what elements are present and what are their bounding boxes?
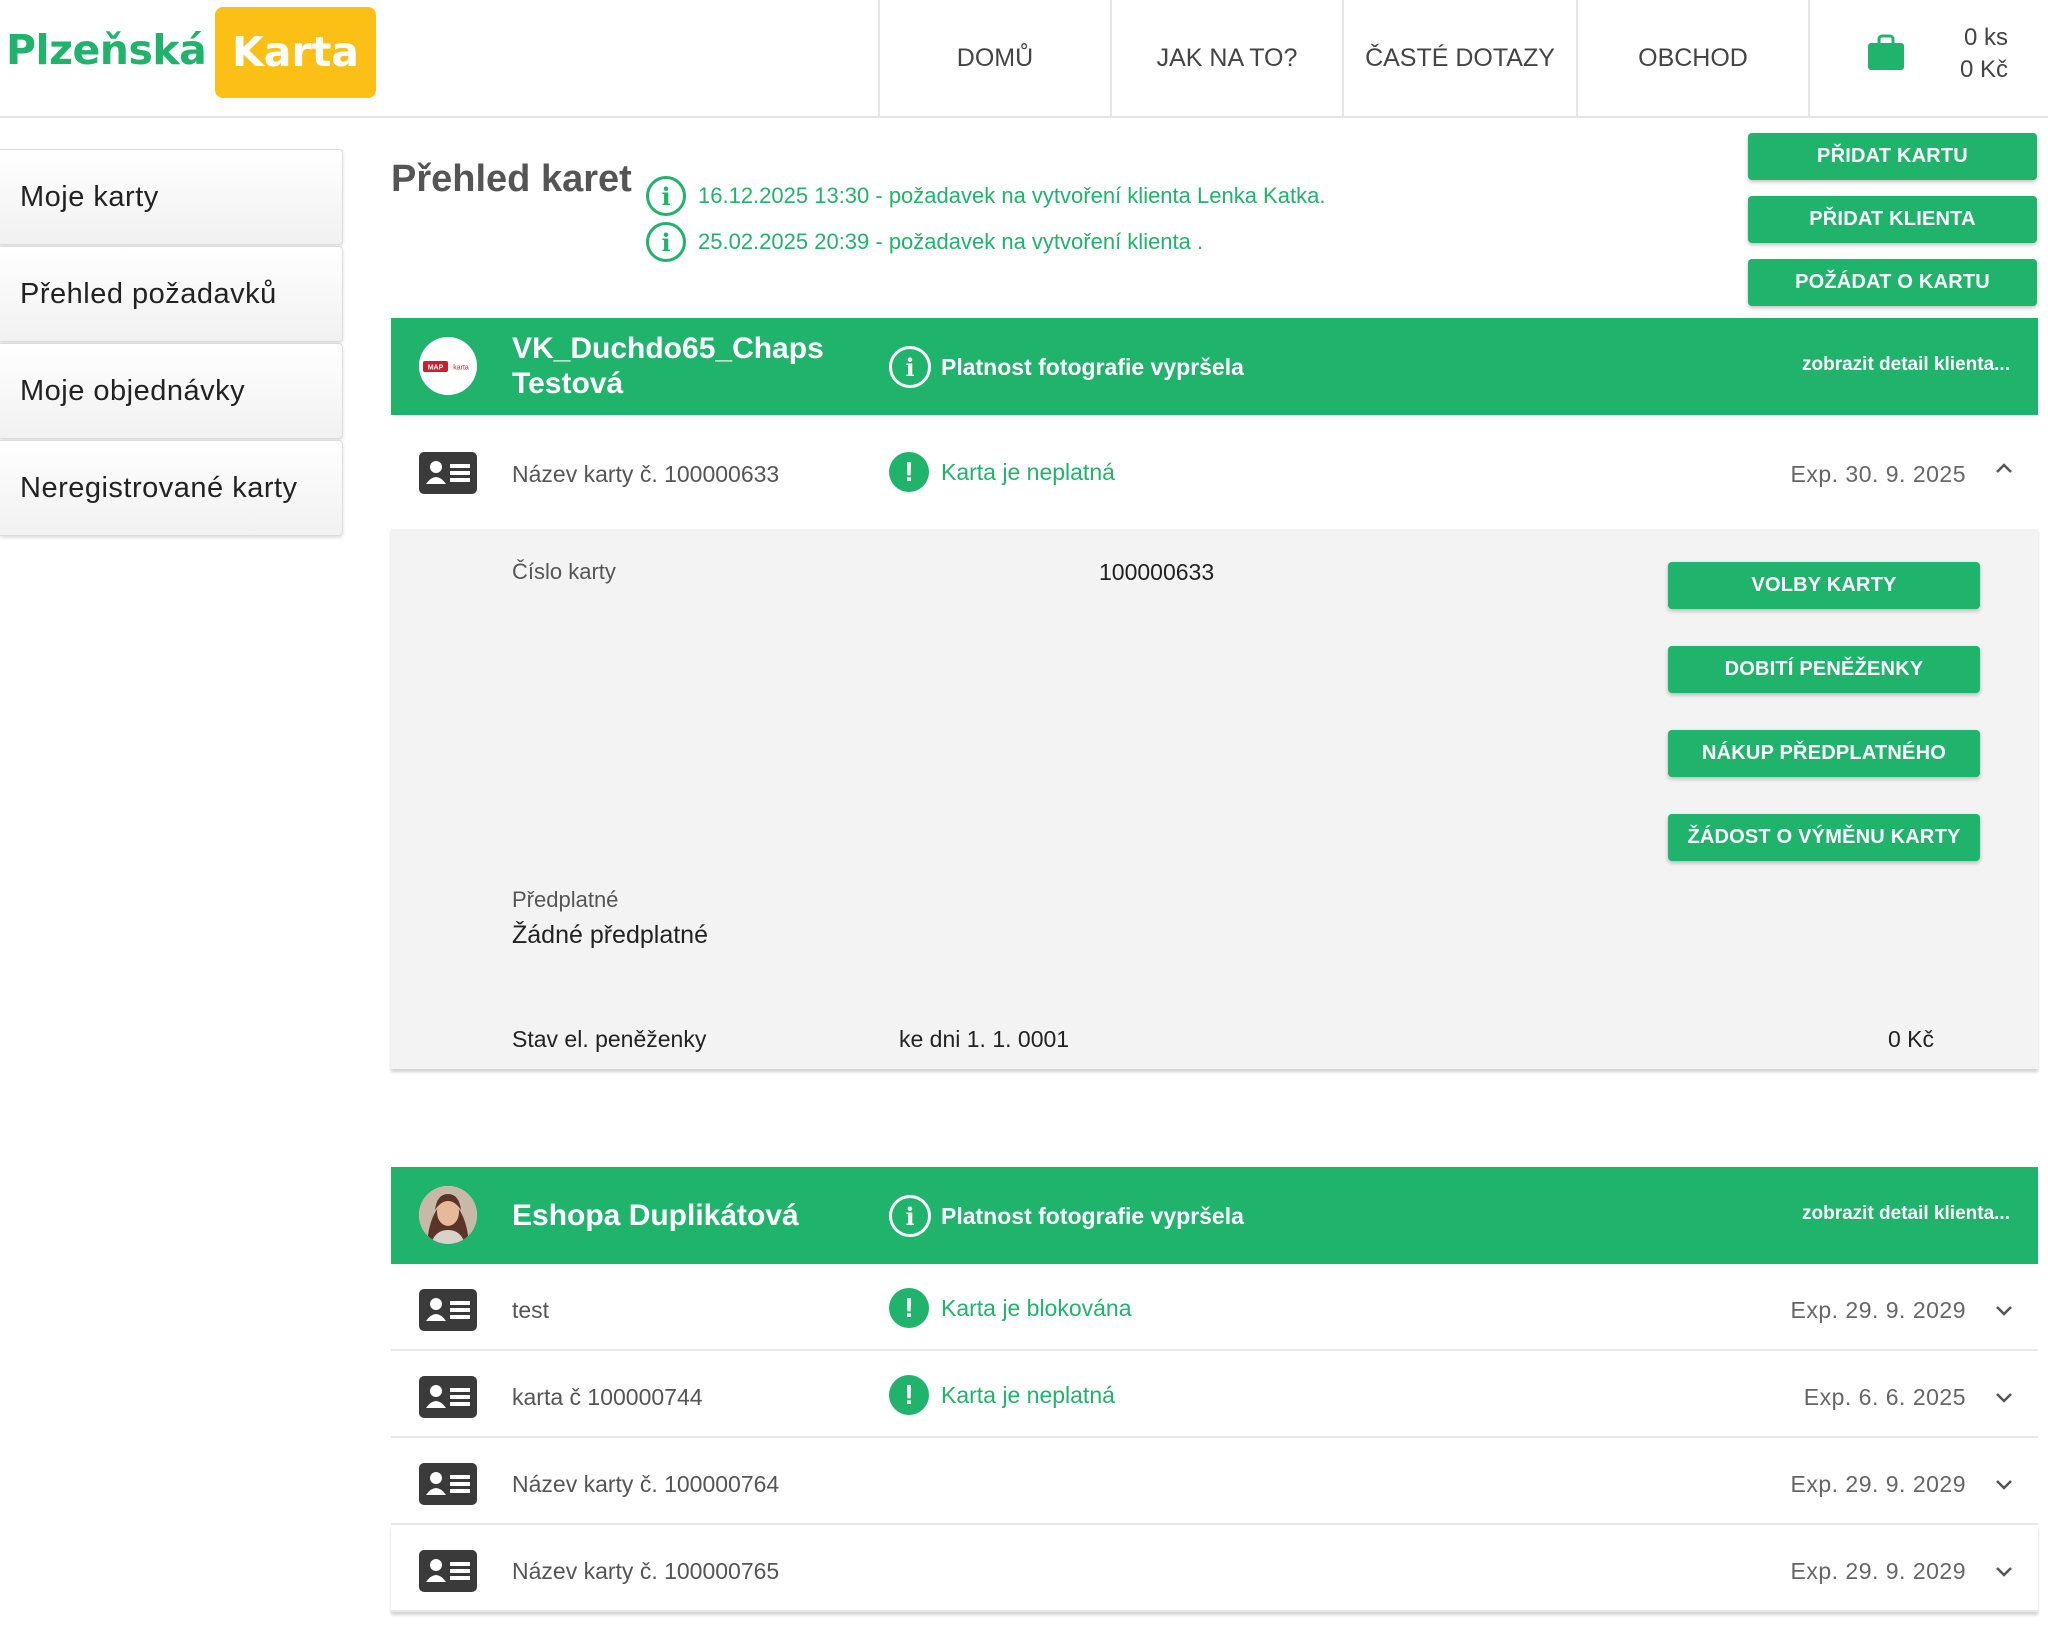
exclamation-icon: ! — [889, 452, 929, 492]
wallet-date: ke dni 1. 1. 0001 — [899, 1026, 1070, 1052]
card-name: Název karty č. 100000764 — [512, 1471, 780, 1497]
subscription-label: Předplatné — [512, 887, 619, 912]
card-expiry: Exp. 29. 9. 2029 — [1790, 1297, 1966, 1323]
card-status-text: Karta je neplatná — [941, 458, 1115, 485]
exclamation-icon: ! — [889, 1375, 929, 1415]
chevron-down-icon[interactable] — [1994, 1474, 2014, 1494]
cart[interactable]: 0 ks 0 Kč — [1808, 0, 2048, 116]
logo-badge[interactable]: Karta — [215, 7, 376, 98]
header: Plzeňská Karta DOMŮ JAK NA TO? ČASTÉ DOT… — [0, 0, 2048, 118]
card-number-value: 100000633 — [1099, 559, 1215, 585]
card-replacement-button[interactable]: ŽÁDOST O VÝMĚNU KARTY — [1668, 814, 1980, 861]
svg-text:karta: karta — [453, 365, 469, 372]
avatar: MAP karta — [419, 337, 477, 395]
subscription-value: Žádné předplatné — [512, 921, 708, 949]
page-title: Přehled karet — [391, 158, 632, 200]
card-expiry: Exp. 6. 6. 2025 — [1803, 1384, 1966, 1410]
chevron-down-icon[interactable] — [1994, 1387, 2014, 1407]
card-name: Název karty č. 100000765 — [512, 1558, 780, 1584]
card-name: karta č 100000744 — [512, 1384, 703, 1410]
card-row[interactable]: Název karty č. 100000765 Exp. 29. 9. 202… — [391, 1525, 2038, 1612]
card-row[interactable]: Název karty č. 100000764 Exp. 29. 9. 202… — [391, 1438, 2038, 1525]
card-expiry: Exp. 29. 9. 2029 — [1790, 1471, 1966, 1497]
sidebar-item-moje-karty[interactable]: Moje karty — [0, 149, 343, 245]
client-header: Eshopa Duplikátová i Platnost fotografie… — [391, 1167, 2038, 1264]
card-status: ! Karta je neplatná — [889, 1375, 1115, 1415]
id-card-icon — [419, 1289, 477, 1331]
nav-obchod[interactable]: OBCHOD — [1576, 0, 1808, 116]
exclamation-icon: ! — [889, 1288, 929, 1328]
notice-item: i 25.02.2025 20:39 - požadavek na vytvoř… — [646, 222, 1203, 262]
client-notice: i Platnost fotografie vypršela — [889, 346, 1244, 388]
nav-caste-dotazy[interactable]: ČASTÉ DOTAZY — [1342, 0, 1576, 116]
client-name: VK_Duchdo65_Chaps Testová — [512, 331, 824, 401]
card-status: ! Karta je blokována — [889, 1288, 1132, 1328]
card-expiry: Exp. 30. 9. 2025 — [1790, 461, 1966, 487]
info-icon: i — [889, 346, 931, 388]
notice-text: 16.12.2025 13:30 - požadavek na vytvořen… — [698, 183, 1326, 208]
nav-jak-na-to[interactable]: JAK NA TO? — [1110, 0, 1342, 116]
avatar — [419, 1186, 477, 1244]
wallet-label: Stav el. peněženky — [512, 1026, 707, 1052]
buy-subscription-button[interactable]: NÁKUP PŘEDPLATNÉHO — [1668, 730, 1980, 777]
logo-text[interactable]: Plzeňská — [6, 26, 207, 74]
add-client-button[interactable]: PŘIDAT KLIENTA — [1748, 196, 2037, 243]
card-status: ! Karta je neplatná — [889, 452, 1115, 492]
sidebar-item-neregistrovane-karty[interactable]: Neregistrované karty — [0, 440, 343, 536]
cart-total: 0 Kč — [1959, 56, 2008, 83]
client-detail-link[interactable]: zobrazit detail klienta... — [1802, 354, 2010, 376]
add-card-button[interactable]: PŘIDAT KARTU — [1748, 133, 2037, 180]
card-number-label: Číslo karty — [512, 559, 616, 584]
client-notice-text: Platnost fotografie vypršela — [941, 353, 1244, 380]
id-card-icon — [419, 452, 477, 494]
chevron-up-icon[interactable] — [1994, 458, 2014, 478]
card-options-button[interactable]: VOLBY KARTY — [1668, 562, 1980, 609]
notice-item: i 16.12.2025 13:30 - požadavek na vytvoř… — [646, 176, 1325, 216]
svg-text:MAP: MAP — [428, 365, 444, 372]
info-icon: i — [646, 222, 686, 262]
notice-text: 25.02.2025 20:39 - požadavek na vytvořen… — [698, 229, 1204, 254]
card-expiry: Exp. 29. 9. 2029 — [1790, 1558, 1966, 1584]
cart-summary: 0 ks 0 Kč — [1928, 22, 2008, 86]
client-header: MAP karta VK_Duchdo65_Chaps Testová i Pl… — [391, 318, 2038, 415]
sidebar-item-prehled-pozadavku[interactable]: Přehled požadavků — [0, 246, 343, 342]
id-card-icon — [419, 1550, 477, 1592]
wallet-topup-button[interactable]: DOBITÍ PENĚŽENKY — [1668, 646, 1980, 693]
card-status-text: Karta je blokována — [941, 1294, 1132, 1321]
shopping-bag-icon — [1868, 34, 1904, 70]
wallet-amount: 0 Kč — [1888, 1026, 1935, 1052]
chevron-down-icon[interactable] — [1994, 1300, 2014, 1320]
info-icon: i — [646, 176, 686, 216]
client-detail-link[interactable]: zobrazit detail klienta... — [1802, 1203, 2010, 1225]
card-row[interactable]: test ! Karta je blokována Exp. 29. 9. 20… — [391, 1264, 2038, 1351]
card-status-text: Karta je neplatná — [941, 1381, 1115, 1408]
request-card-button[interactable]: POŽÁDAT O KARTU — [1748, 259, 2037, 306]
map-karta-logo: MAP karta — [419, 337, 477, 395]
sidebar-item-moje-objednavky[interactable]: Moje objednávky — [0, 343, 343, 439]
client-notice: i Platnost fotografie vypršela — [889, 1195, 1244, 1237]
nav-domu[interactable]: DOMŮ — [878, 0, 1110, 116]
client-name: Eshopa Duplikátová — [512, 1199, 799, 1232]
card-name: test — [512, 1297, 550, 1323]
client-notice-text: Platnost fotografie vypršela — [941, 1202, 1244, 1229]
client-photo — [419, 1186, 477, 1244]
client-name-line1: VK_Duchdo65_Chaps — [512, 332, 824, 365]
card-row[interactable]: Název karty č. 100000633 ! Karta je nepl… — [391, 415, 2038, 529]
chevron-down-icon[interactable] — [1994, 1561, 2014, 1581]
client-name-line2: Testová — [512, 367, 624, 400]
card-detail-panel: Číslo karty 100000633 VOLBY KARTY DOBITÍ… — [391, 529, 2038, 1069]
card-name: Název karty č. 100000633 — [512, 461, 780, 487]
id-card-icon — [419, 1376, 477, 1418]
card-row[interactable]: karta č 100000744 ! Karta je neplatná Ex… — [391, 1351, 2038, 1438]
info-icon: i — [889, 1195, 931, 1237]
cart-count: 0 ks — [1963, 24, 2008, 51]
id-card-icon — [419, 1463, 477, 1505]
